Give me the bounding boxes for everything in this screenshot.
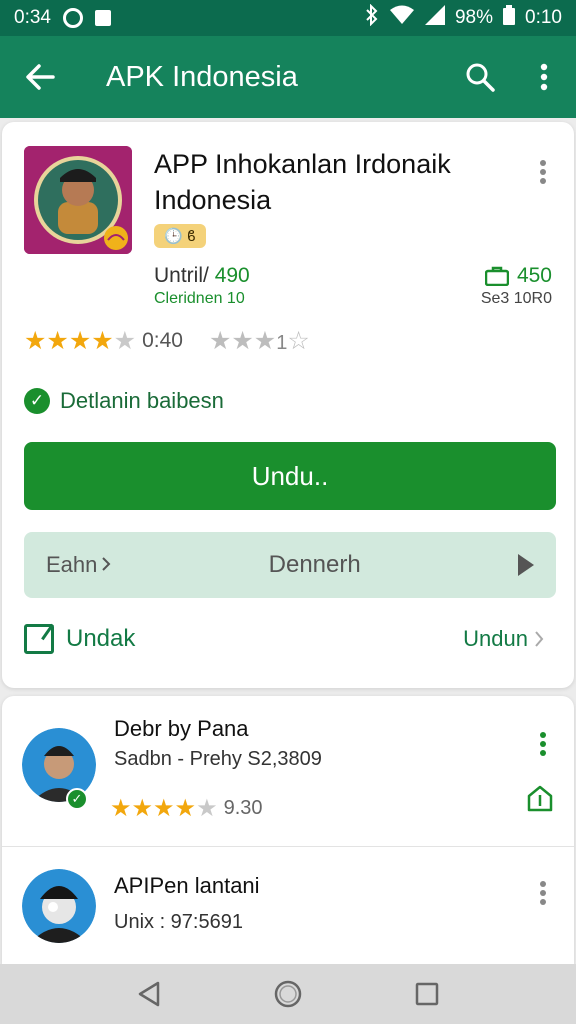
avatar	[22, 869, 96, 943]
stat-right-sub: Se3 10R0	[480, 290, 552, 307]
list-item-stars: ★★★★★	[110, 795, 218, 822]
notification-icon	[62, 8, 83, 28]
list-item-more-button[interactable]	[528, 724, 558, 764]
app-badge: 🕒 ϐ	[154, 224, 206, 248]
more-vert-icon	[540, 63, 548, 91]
rating-value: 0:40	[142, 329, 183, 352]
play-icon	[518, 554, 534, 576]
list-item[interactable]: APIPen lantani Unix : 97:5691	[2, 847, 574, 964]
secondary-button-center: Dennerh	[268, 551, 361, 578]
secondary-rating-stars: ★★★1☆	[208, 327, 310, 355]
verified-status: ✓ Detlanin baibesn	[24, 388, 224, 414]
list-item-install-button[interactable]	[522, 778, 558, 818]
footer-right-link[interactable]: Undun	[463, 626, 544, 652]
app-detail-card: APP Inhokanlan Irdonaik Indonesia 🕒 ϐ Un…	[2, 122, 574, 688]
page-title: APK Indonesia	[106, 60, 298, 93]
list-item[interactable]: ✓ Debr by Pana Sadbn - Prehy S2,3809 ★★★…	[2, 696, 574, 846]
footer-right-label: Undun	[463, 626, 528, 651]
arrow-left-icon	[26, 64, 55, 90]
briefcase-icon	[484, 266, 509, 286]
list-item-subtitle: Unix : 97:5691	[114, 911, 243, 933]
notification-square-icon	[94, 10, 111, 26]
square-recents-icon	[415, 982, 438, 1006]
search-button[interactable]	[448, 36, 512, 118]
overflow-menu-button[interactable]	[512, 36, 576, 118]
list-item-title: APIPen lantani	[114, 873, 260, 898]
list-item-rating: ★★★★★ 9.30	[110, 794, 263, 823]
secondary-action-button[interactable]: Eahn Dennerh	[24, 532, 556, 598]
size-stat: 450 Se3 10R0	[481, 264, 552, 308]
rating-row: ★★★★★ 0:40 ★★★1☆	[24, 326, 310, 356]
download-button[interactable]: Undu..	[24, 442, 556, 510]
nav-back-button[interactable]	[129, 974, 169, 1014]
nav-recents-button[interactable]	[407, 974, 447, 1014]
more-vert-icon	[540, 160, 546, 184]
stat-left-sub: Cleridnen 10	[154, 290, 245, 307]
status-time-left: 0:34	[14, 7, 51, 28]
system-nav-bar	[0, 964, 576, 1024]
more-vert-icon	[540, 732, 546, 756]
related-apps-list: ✓ Debr by Pana Sadbn - Prehy S2,3809 ★★★…	[2, 696, 574, 964]
battery-icon	[503, 5, 516, 31]
secondary-star-label: 1	[276, 332, 288, 354]
downloads-stat: Untril/ 490 Cleridnen 10	[154, 264, 250, 308]
app-bar: APK Indonesia	[0, 36, 576, 118]
signal-icon	[424, 5, 445, 31]
list-item-subtitle: Sadbn - Prehy S2,3809	[114, 748, 322, 770]
app-more-button[interactable]	[528, 152, 558, 192]
nav-home-button[interactable]	[268, 974, 308, 1014]
battery-percent: 98%	[454, 7, 494, 28]
status-time-right: 0:10	[525, 7, 562, 28]
search-icon	[466, 63, 495, 92]
stat-right-value: 450	[516, 264, 552, 287]
bluetooth-icon	[365, 3, 379, 32]
app-name: APP Inhokanlan Irdonaik Indonesia	[154, 149, 451, 215]
list-item-title: Debr by Pana	[114, 716, 249, 741]
check-circle-icon: ✓	[24, 388, 50, 414]
triangle-back-icon	[139, 981, 160, 1007]
stat-left-label: Untril/	[154, 264, 209, 287]
edit-icon	[24, 624, 54, 654]
rating-stars: ★★★★★	[24, 327, 137, 355]
secondary-button-left: Eahn	[46, 552, 98, 577]
list-item-rating-value: 9.30	[223, 797, 263, 819]
verified-text: Detlanin baibesn	[60, 388, 224, 413]
list-item-more-button[interactable]	[528, 873, 558, 913]
home-install-icon	[527, 785, 553, 812]
footer-left-link[interactable]: Undak	[24, 624, 135, 654]
wifi-icon	[389, 5, 415, 31]
status-bar: 0:34 98% 0:10	[0, 0, 576, 36]
card-footer: Undak Undun	[24, 624, 544, 654]
circle-home-icon	[274, 980, 302, 1008]
more-vert-icon	[540, 881, 546, 905]
verified-badge-icon: ✓	[66, 788, 88, 810]
footer-left-label: Undak	[66, 625, 136, 652]
app-icon	[24, 146, 132, 254]
back-button[interactable]	[0, 36, 80, 118]
chevron-right-icon	[101, 552, 111, 578]
stat-left-value: 490	[214, 264, 250, 287]
chevron-right-icon	[535, 631, 544, 647]
